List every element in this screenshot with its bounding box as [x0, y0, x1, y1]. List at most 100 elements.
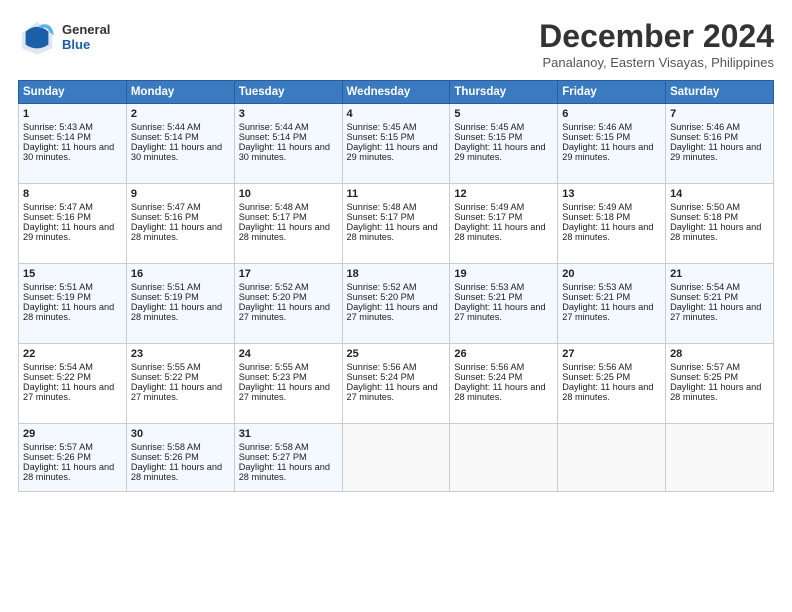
sunrise-text: Sunrise: 5:51 AM	[23, 282, 93, 292]
table-row: 27 Sunrise: 5:56 AM Sunset: 5:25 PM Dayl…	[558, 344, 666, 424]
sunrise-text: Sunrise: 5:56 AM	[454, 362, 524, 372]
sunset-text: Sunset: 5:24 PM	[454, 372, 522, 382]
sunrise-text: Sunrise: 5:50 AM	[670, 202, 740, 212]
daylight-text: Daylight: 11 hours and 29 minutes.	[670, 142, 761, 162]
page: General Blue December 2024 Panalanoy, Ea…	[0, 0, 792, 612]
table-row: 28 Sunrise: 5:57 AM Sunset: 5:25 PM Dayl…	[666, 344, 774, 424]
logo-icon	[18, 18, 56, 56]
sunset-text: Sunset: 5:23 PM	[239, 372, 307, 382]
daylight-text: Daylight: 11 hours and 28 minutes.	[23, 302, 114, 322]
daylight-text: Daylight: 11 hours and 27 minutes.	[239, 302, 330, 322]
location-subtitle: Panalanoy, Eastern Visayas, Philippines	[539, 55, 774, 70]
sunset-text: Sunset: 5:22 PM	[23, 372, 91, 382]
sunrise-text: Sunrise: 5:56 AM	[562, 362, 632, 372]
sunrise-text: Sunrise: 5:49 AM	[454, 202, 524, 212]
day-number: 24	[239, 348, 338, 360]
sunrise-text: Sunrise: 5:53 AM	[562, 282, 632, 292]
sunrise-text: Sunrise: 5:53 AM	[454, 282, 524, 292]
col-thursday: Thursday	[450, 81, 558, 104]
sunset-text: Sunset: 5:21 PM	[562, 292, 630, 302]
daylight-text: Daylight: 11 hours and 27 minutes.	[131, 382, 222, 402]
sunrise-text: Sunrise: 5:44 AM	[131, 122, 201, 132]
sunrise-text: Sunrise: 5:56 AM	[347, 362, 417, 372]
daylight-text: Daylight: 11 hours and 28 minutes.	[454, 382, 545, 402]
table-row: 12 Sunrise: 5:49 AM Sunset: 5:17 PM Dayl…	[450, 184, 558, 264]
day-number: 17	[239, 268, 338, 280]
sunset-text: Sunset: 5:14 PM	[23, 132, 91, 142]
table-row	[342, 424, 450, 492]
table-row: 10 Sunrise: 5:48 AM Sunset: 5:17 PM Dayl…	[234, 184, 342, 264]
table-row: 18 Sunrise: 5:52 AM Sunset: 5:20 PM Dayl…	[342, 264, 450, 344]
daylight-text: Daylight: 11 hours and 28 minutes.	[562, 382, 653, 402]
table-row: 2 Sunrise: 5:44 AM Sunset: 5:14 PM Dayli…	[126, 104, 234, 184]
sunset-text: Sunset: 5:14 PM	[239, 132, 307, 142]
day-number: 29	[23, 428, 122, 440]
daylight-text: Daylight: 11 hours and 28 minutes.	[131, 462, 222, 482]
day-number: 6	[562, 108, 661, 120]
table-row: 21 Sunrise: 5:54 AM Sunset: 5:21 PM Dayl…	[666, 264, 774, 344]
day-number: 25	[347, 348, 446, 360]
daylight-text: Daylight: 11 hours and 28 minutes.	[131, 302, 222, 322]
table-row: 5 Sunrise: 5:45 AM Sunset: 5:15 PM Dayli…	[450, 104, 558, 184]
daylight-text: Daylight: 11 hours and 28 minutes.	[239, 222, 330, 242]
table-row: 20 Sunrise: 5:53 AM Sunset: 5:21 PM Dayl…	[558, 264, 666, 344]
day-number: 23	[131, 348, 230, 360]
table-row	[450, 424, 558, 492]
table-row: 8 Sunrise: 5:47 AM Sunset: 5:16 PM Dayli…	[19, 184, 127, 264]
sunrise-text: Sunrise: 5:51 AM	[131, 282, 201, 292]
logo-text: General Blue	[62, 22, 110, 52]
day-number: 3	[239, 108, 338, 120]
sunset-text: Sunset: 5:17 PM	[347, 212, 415, 222]
daylight-text: Daylight: 11 hours and 28 minutes.	[347, 222, 438, 242]
sunrise-text: Sunrise: 5:52 AM	[239, 282, 309, 292]
day-number: 9	[131, 188, 230, 200]
day-number: 27	[562, 348, 661, 360]
sunset-text: Sunset: 5:18 PM	[562, 212, 630, 222]
table-row: 22 Sunrise: 5:54 AM Sunset: 5:22 PM Dayl…	[19, 344, 127, 424]
sunset-text: Sunset: 5:25 PM	[670, 372, 738, 382]
header: General Blue December 2024 Panalanoy, Ea…	[18, 18, 774, 70]
sunset-text: Sunset: 5:17 PM	[239, 212, 307, 222]
table-row: 26 Sunrise: 5:56 AM Sunset: 5:24 PM Dayl…	[450, 344, 558, 424]
table-row: 6 Sunrise: 5:46 AM Sunset: 5:15 PM Dayli…	[558, 104, 666, 184]
day-number: 22	[23, 348, 122, 360]
day-number: 10	[239, 188, 338, 200]
day-number: 14	[670, 188, 769, 200]
table-row: 29 Sunrise: 5:57 AM Sunset: 5:26 PM Dayl…	[19, 424, 127, 492]
day-number: 15	[23, 268, 122, 280]
table-row: 23 Sunrise: 5:55 AM Sunset: 5:22 PM Dayl…	[126, 344, 234, 424]
day-number: 16	[131, 268, 230, 280]
col-saturday: Saturday	[666, 81, 774, 104]
sunrise-text: Sunrise: 5:48 AM	[239, 202, 309, 212]
sunrise-text: Sunrise: 5:58 AM	[239, 442, 309, 452]
daylight-text: Daylight: 11 hours and 27 minutes.	[347, 302, 438, 322]
sunset-text: Sunset: 5:19 PM	[23, 292, 91, 302]
calendar-body: 1 Sunrise: 5:43 AM Sunset: 5:14 PM Dayli…	[19, 104, 774, 492]
table-row: 15 Sunrise: 5:51 AM Sunset: 5:19 PM Dayl…	[19, 264, 127, 344]
sunrise-text: Sunrise: 5:43 AM	[23, 122, 93, 132]
sunset-text: Sunset: 5:18 PM	[670, 212, 738, 222]
sunset-text: Sunset: 5:16 PM	[23, 212, 91, 222]
table-row: 1 Sunrise: 5:43 AM Sunset: 5:14 PM Dayli…	[19, 104, 127, 184]
daylight-text: Daylight: 11 hours and 30 minutes.	[23, 142, 114, 162]
sunset-text: Sunset: 5:15 PM	[347, 132, 415, 142]
day-number: 8	[23, 188, 122, 200]
day-number: 13	[562, 188, 661, 200]
sunset-text: Sunset: 5:19 PM	[131, 292, 199, 302]
daylight-text: Daylight: 11 hours and 28 minutes.	[239, 462, 330, 482]
daylight-text: Daylight: 11 hours and 30 minutes.	[239, 142, 330, 162]
day-number: 21	[670, 268, 769, 280]
sunrise-text: Sunrise: 5:55 AM	[131, 362, 201, 372]
sunset-text: Sunset: 5:20 PM	[347, 292, 415, 302]
table-row	[666, 424, 774, 492]
sunset-text: Sunset: 5:16 PM	[670, 132, 738, 142]
day-number: 5	[454, 108, 553, 120]
sunset-text: Sunset: 5:20 PM	[239, 292, 307, 302]
table-row: 30 Sunrise: 5:58 AM Sunset: 5:26 PM Dayl…	[126, 424, 234, 492]
col-wednesday: Wednesday	[342, 81, 450, 104]
daylight-text: Daylight: 11 hours and 28 minutes.	[670, 382, 761, 402]
sunrise-text: Sunrise: 5:45 AM	[454, 122, 524, 132]
day-number: 2	[131, 108, 230, 120]
day-number: 20	[562, 268, 661, 280]
sunset-text: Sunset: 5:25 PM	[562, 372, 630, 382]
